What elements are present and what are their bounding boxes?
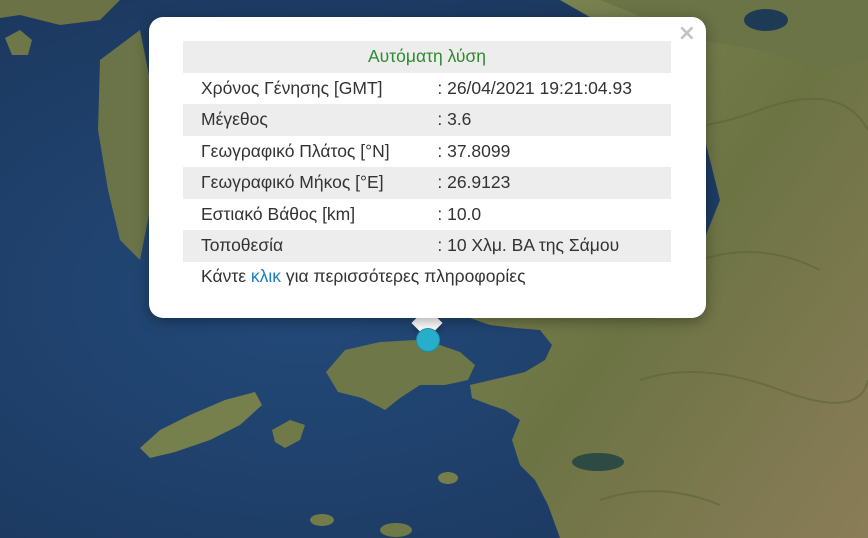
islet-b (310, 514, 334, 526)
row-label: Μέγεθος (183, 104, 430, 136)
row-value: : 10.0 (437, 203, 482, 224)
row-label: Τοποθεσία (183, 230, 430, 262)
lake-northeast (744, 9, 788, 31)
row-value: : 26.9123 (429, 167, 671, 199)
close-icon[interactable]: × (678, 23, 696, 45)
row-value: : 26/04/2021 19:21:04.93 (437, 77, 632, 98)
table-row: Εστιακό Βάθος [km] : 10.0 (183, 199, 671, 231)
table-row: Γεωγραφικό Μήκος [°E] : 26.9123 (183, 167, 671, 199)
row-value: : 37.8099 (437, 140, 511, 161)
earthquake-marker-icon[interactable] (416, 328, 440, 352)
table-row: Τοποθεσία : 10 Χλμ. ΒΑ της Σάμου (183, 230, 671, 262)
row-value: : 10 Χλμ. ΒΑ της Σάμου (429, 230, 671, 262)
more-info-text: Κάντε κλικ για περισσότερες πληροφορίες (201, 266, 526, 287)
more-info-prefix: Κάντε (201, 266, 251, 286)
row-label: Εστιακό Βάθος [km] (201, 203, 356, 224)
table-row: Μέγεθος : 3.6 (183, 104, 671, 136)
islet-a (438, 472, 458, 484)
row-label: Γεωγραφικό Μήκος [°E] (183, 167, 430, 199)
islet-c (380, 523, 412, 537)
popup-title: Αυτόματη λύση (183, 41, 671, 73)
table-row: Χρόνος Γένησης [GMT] : 26/04/2021 19:21:… (183, 73, 671, 105)
more-info-suffix: για περισσότερες πληροφορίες (281, 266, 526, 286)
row-value: : 3.6 (429, 104, 671, 136)
earthquake-info-popup: × Αυτόματη λύση Χρόνος Γένησης [GMT] : 2… (149, 17, 706, 318)
row-label: Γεωγραφικό Πλάτος [°N] (201, 140, 390, 161)
more-info-link[interactable]: κλικ (251, 266, 281, 286)
earthquake-info-table: Αυτόματη λύση Χρόνος Γένησης [GMT] : 26/… (183, 41, 671, 262)
lake-bafa (572, 453, 624, 471)
row-label: Χρόνος Γένησης [GMT] (201, 77, 383, 98)
table-row: Γεωγραφικό Πλάτος [°N] : 37.8099 (183, 136, 671, 168)
title-row: Αυτόματη λύση (183, 41, 671, 73)
